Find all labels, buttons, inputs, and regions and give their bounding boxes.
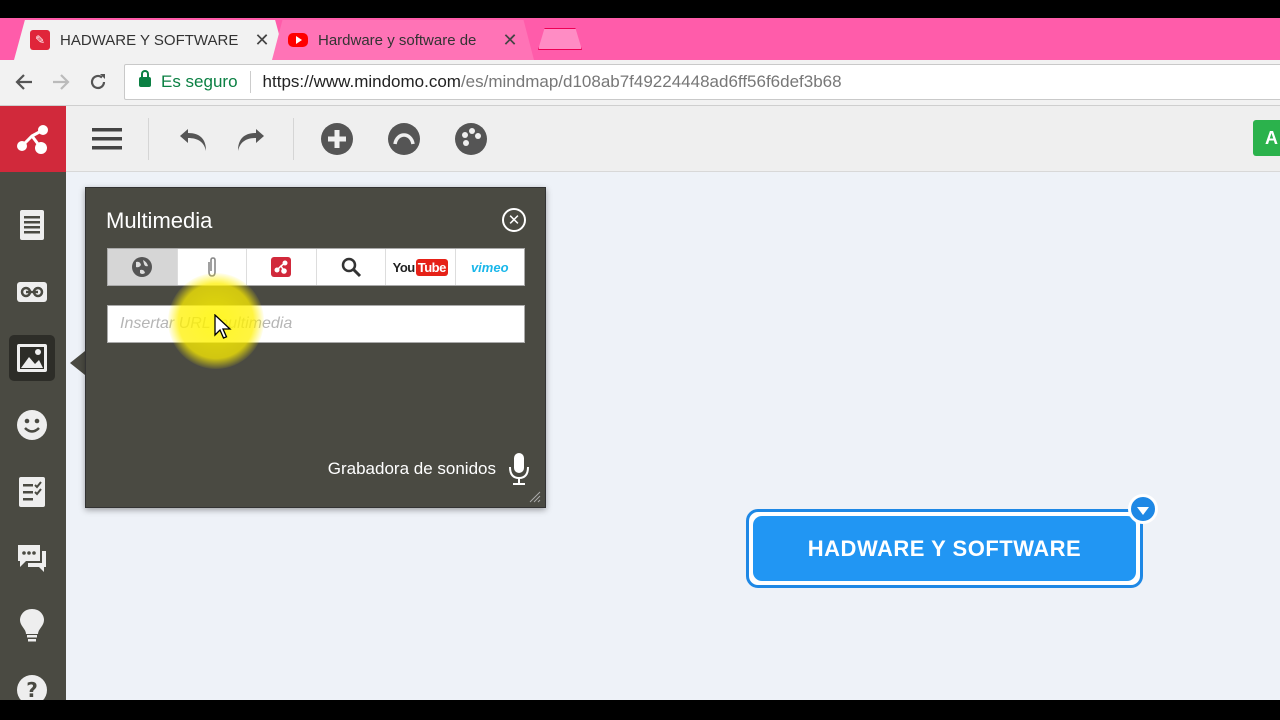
smiley-icon	[17, 410, 47, 440]
toolbar-divider	[293, 118, 294, 160]
tab-title: HADWARE Y SOFTWARE	[60, 31, 239, 49]
relationship-icon	[388, 123, 420, 155]
redo-button[interactable]	[232, 121, 268, 157]
url-host: https://www.mindomo.com	[262, 72, 461, 91]
theme-button[interactable]	[453, 121, 489, 157]
new-tab-button[interactable]	[538, 28, 582, 50]
hamburger-icon	[92, 128, 122, 150]
top-right-button[interactable]: A	[1253, 120, 1280, 156]
tab-vimeo[interactable]: vimeo	[456, 249, 525, 285]
tab-youtube[interactable]: Hardware y software de ✕	[272, 20, 534, 60]
node-collapse-icon[interactable]	[1128, 494, 1158, 524]
youtube-favicon-icon	[288, 33, 308, 47]
divider	[249, 71, 251, 93]
close-tab-icon[interactable]: ✕	[252, 30, 272, 51]
multimedia-source-tabs: You Tube vimeo	[107, 248, 525, 286]
task-icon	[19, 477, 45, 507]
panel-pointer	[70, 351, 85, 375]
attachment-icon	[207, 257, 216, 277]
redo-icon	[238, 129, 264, 151]
address-bar[interactable]: Es seguro https://www.mindomo.com/es/min…	[124, 64, 1280, 100]
microphone-icon	[509, 453, 529, 485]
reload-icon	[90, 74, 106, 90]
tab-title: Hardware y software de	[318, 31, 477, 49]
panel-title: Multimedia	[106, 208, 213, 233]
youtube-logo-tube: Tube	[415, 258, 448, 276]
image-icon	[17, 344, 47, 372]
undo-icon	[180, 129, 206, 151]
screen: ✎ HADWARE Y SOFTWARE ✕ Hardware y softwa…	[0, 0, 1280, 720]
notes-icon	[20, 210, 44, 240]
sidebar-item-link[interactable]	[9, 269, 55, 315]
close-tab-icon[interactable]: ✕	[500, 30, 520, 51]
forward-button[interactable]	[47, 68, 75, 96]
undo-button[interactable]	[176, 121, 212, 157]
relationship-button[interactable]	[386, 121, 422, 157]
mindomo-logo-icon	[17, 125, 48, 154]
toolbar-divider	[148, 118, 149, 160]
web-icon	[132, 257, 153, 277]
idea-icon	[20, 609, 44, 642]
close-panel-button[interactable]: ✕	[502, 208, 526, 232]
add-topic-button[interactable]	[319, 121, 355, 157]
youtube-logo-you: You	[392, 259, 416, 275]
back-arrow-icon	[15, 74, 32, 90]
tab-web[interactable]	[108, 249, 178, 285]
close-icon: ✕	[507, 211, 521, 229]
tab-mindomo[interactable]	[247, 249, 317, 285]
add-topic-icon	[321, 123, 353, 155]
mindomo-icon	[271, 257, 292, 277]
multimedia-panel: Multimedia ✕ You Tube vimeo Insertar URL…	[85, 187, 546, 508]
sidebar-item-comments[interactable]	[9, 535, 55, 581]
mindomo-favicon-icon: ✎	[30, 30, 50, 50]
browser-toolbar: Es seguro https://www.mindomo.com/es/min…	[0, 60, 1280, 106]
mindomo-logo[interactable]	[0, 106, 66, 172]
app-toolbar: A	[0, 106, 1280, 172]
reload-button[interactable]	[84, 68, 112, 96]
palette-icon	[455, 123, 487, 155]
multimedia-url-input[interactable]	[107, 305, 525, 343]
sidebar-item-task[interactable]	[9, 469, 55, 515]
svg-text:?: ?	[26, 678, 38, 702]
tab-attachment[interactable]	[178, 249, 247, 285]
back-button[interactable]	[10, 68, 38, 96]
secure-label: Es seguro	[161, 72, 238, 91]
vimeo-logo: vimeo	[470, 259, 509, 275]
link-icon	[17, 282, 47, 302]
sidebar-item-icons[interactable]	[9, 402, 55, 448]
bottom-letterbox	[0, 700, 1280, 720]
youtube-logo: You Tube	[392, 258, 448, 276]
sidebar-item-multimedia[interactable]	[9, 335, 55, 381]
search-icon	[341, 257, 361, 278]
browser-tabstrip: ✎ HADWARE Y SOFTWARE ✕ Hardware y softwa…	[0, 18, 1280, 60]
sidebar-item-notes[interactable]	[9, 202, 55, 248]
resize-handle-icon[interactable]	[529, 491, 541, 503]
tab-mindomo[interactable]: ✎ HADWARE Y SOFTWARE ✕	[14, 20, 286, 60]
tab-search[interactable]	[317, 249, 386, 285]
mindomo-app: A ? Multimedia ✕ You Tube vimeo Insertar…	[0, 106, 1280, 705]
lock-icon	[139, 70, 151, 87]
menu-button[interactable]	[89, 121, 125, 157]
url-path: /es/mindmap/d108ab7f49224448ad6ff56f6def…	[460, 72, 842, 91]
tab-youtube[interactable]: You Tube	[386, 249, 456, 285]
left-sidebar: ?	[0, 172, 66, 705]
sound-recorder-button[interactable]: Grabadora de sonidos	[300, 451, 530, 487]
forward-arrow-icon	[53, 74, 70, 90]
comments-icon	[18, 545, 46, 572]
recorder-label: Grabadora de sonidos	[327, 459, 496, 478]
sidebar-item-idea[interactable]	[9, 602, 55, 648]
central-topic-node[interactable]: HADWARE Y SOFTWARE	[753, 516, 1136, 581]
